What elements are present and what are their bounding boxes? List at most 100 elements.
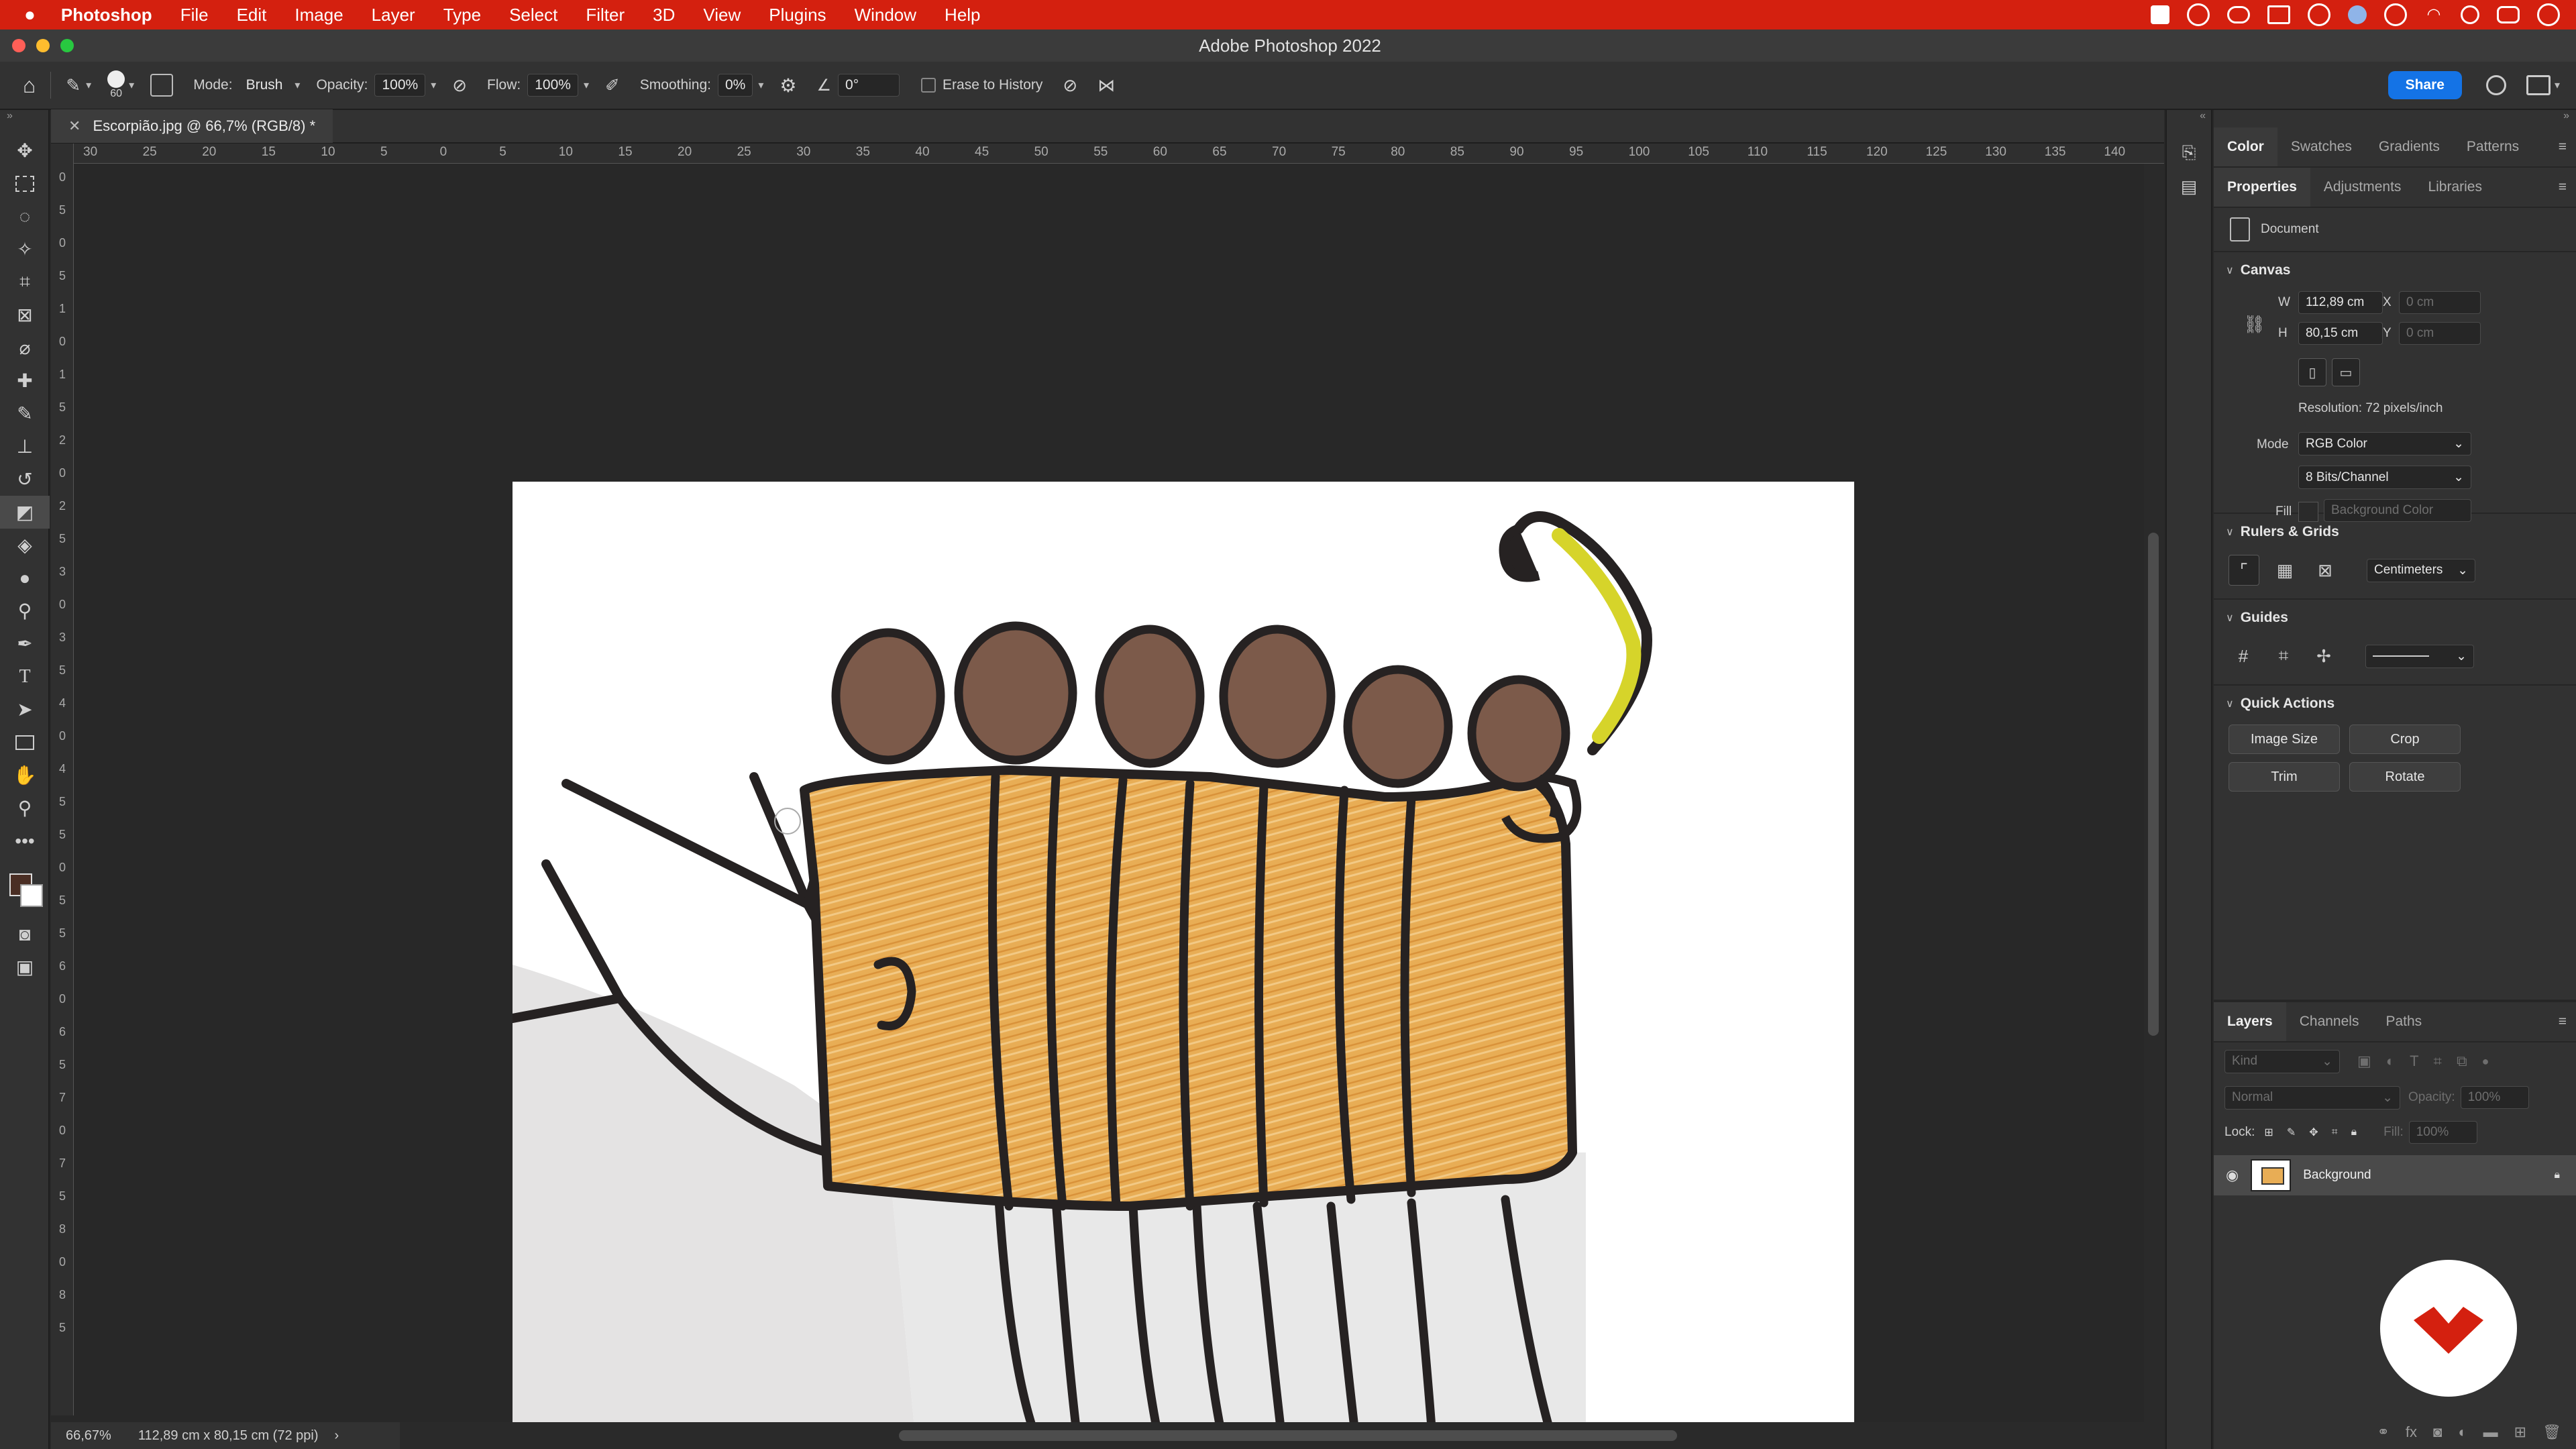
visibility-eye-icon[interactable]: ◉: [2226, 1167, 2239, 1184]
layers-panel-menu-icon[interactable]: ≡: [2559, 1014, 2567, 1030]
brush-tool-icon[interactable]: ✎: [0, 397, 50, 430]
panels-collapse-icon[interactable]: »: [2214, 110, 2576, 127]
zoom-window-button[interactable]: [60, 39, 74, 52]
move-tool-icon[interactable]: ✥: [0, 134, 50, 167]
frame-tool-icon[interactable]: ⊠: [0, 299, 50, 331]
vertical-scrollbar[interactable]: [2144, 164, 2164, 1422]
crop-tool-icon[interactable]: ⌗: [0, 266, 50, 299]
add-guide-icon[interactable]: ⌗: [2269, 641, 2298, 671]
brush-size-picker[interactable]: 60: [107, 70, 125, 100]
angle-field[interactable]: 0°: [838, 74, 900, 97]
bit-depth-select[interactable]: 8 Bits/Channel ⌄: [2298, 466, 2471, 489]
horizontal-scroll-thumb[interactable]: [899, 1430, 1677, 1441]
tab-properties[interactable]: Properties: [2214, 168, 2310, 207]
hand-tool-icon[interactable]: ✋: [0, 759, 50, 792]
clock-icon[interactable]: [2537, 3, 2560, 26]
paint-bucket-tool-icon[interactable]: ◈: [0, 529, 50, 561]
guides-toggle-icon[interactable]: #: [2229, 641, 2258, 671]
comments-panel-icon[interactable]: ▤: [2174, 172, 2204, 201]
creative-cloud-icon[interactable]: [2151, 5, 2169, 24]
vertical-scroll-thumb[interactable]: [2148, 533, 2159, 1036]
pressure-opacity-icon[interactable]: ⊘: [452, 75, 467, 96]
fill-select[interactable]: Background Color: [2324, 499, 2471, 522]
workspace-icon[interactable]: [2526, 75, 2551, 95]
zoom-tool-icon[interactable]: ⚲: [0, 792, 50, 824]
globe-icon[interactable]: [2348, 5, 2367, 24]
new-group-icon[interactable]: ▬: [2483, 1424, 2498, 1441]
blur-tool-icon[interactable]: ●: [0, 561, 50, 594]
smoothing-settings-gear-icon[interactable]: ⚙: [780, 74, 796, 97]
link-layers-icon[interactable]: ⚭: [2377, 1424, 2389, 1441]
tab-color[interactable]: Color: [2214, 127, 2277, 166]
eraser-tool-icon[interactable]: ◩: [0, 496, 50, 529]
path-selection-tool-icon[interactable]: ➤: [0, 693, 50, 726]
clear-guides-icon[interactable]: ✢: [2309, 641, 2339, 671]
filter-smart-object-icon[interactable]: ⧉: [2457, 1053, 2467, 1070]
add-mask-icon[interactable]: ◙: [2433, 1424, 2442, 1441]
brush-settings-icon[interactable]: [150, 74, 174, 97]
tab-layers[interactable]: Layers: [2214, 1002, 2286, 1041]
sync-icon[interactable]: [2187, 3, 2210, 26]
menu-help[interactable]: Help: [945, 5, 980, 25]
apple-icon[interactable]: ●: [24, 4, 36, 25]
history-brush-tool-icon[interactable]: ↺: [0, 463, 50, 496]
location-icon[interactable]: [2308, 3, 2330, 26]
dodge-tool-icon[interactable]: ⚲: [0, 594, 50, 627]
height-field[interactable]: 80,15 cm: [2298, 322, 2383, 345]
image-size-button[interactable]: Image Size: [2229, 724, 2340, 754]
lock-all-icon[interactable]: 🔒︎: [2351, 1126, 2357, 1138]
zoom-level[interactable]: 66,67%: [66, 1428, 111, 1444]
rotate-button[interactable]: Rotate: [2349, 762, 2461, 792]
search-icon[interactable]: [2485, 75, 2506, 95]
history-panel-icon[interactable]: ⎘: [2174, 138, 2204, 168]
document-canvas[interactable]: [513, 482, 1854, 1434]
properties-panel-menu-icon[interactable]: ≡: [2559, 179, 2567, 195]
tab-channels[interactable]: Channels: [2286, 1002, 2373, 1041]
share-button[interactable]: Share: [2387, 71, 2462, 99]
airdrop-icon[interactable]: [2384, 3, 2407, 26]
clone-stamp-tool-icon[interactable]: ⊥: [0, 430, 50, 463]
adjustment-layer-icon[interactable]: ◐: [2458, 1424, 2467, 1441]
airbrush-icon[interactable]: ✐: [605, 75, 620, 96]
toolbar-collapse-icon[interactable]: »: [0, 110, 48, 134]
control-center-icon[interactable]: [2497, 6, 2520, 23]
layer-name[interactable]: Background: [2303, 1168, 2371, 1183]
menu-file[interactable]: File: [180, 5, 209, 25]
layer-opacity-field[interactable]: 100%: [2460, 1086, 2529, 1109]
width-field[interactable]: 112,89 cm: [2298, 291, 2383, 314]
quick-actions-header[interactable]: ∨ Quick Actions: [2214, 686, 2576, 722]
crop-button[interactable]: Crop: [2349, 724, 2461, 754]
home-icon[interactable]: ⌂: [23, 73, 36, 98]
layer-lock-icon[interactable]: 🔒︎: [2554, 1169, 2560, 1181]
menu-image[interactable]: Image: [294, 5, 343, 25]
new-layer-icon[interactable]: ⊞: [2514, 1424, 2526, 1441]
quick-mask-icon[interactable]: ◙: [0, 918, 50, 951]
wifi-icon[interactable]: ◠: [2424, 5, 2443, 24]
tab-libraries[interactable]: Libraries: [2414, 168, 2496, 207]
filter-pixel-icon[interactable]: ▣: [2357, 1053, 2371, 1070]
menu-layer[interactable]: Layer: [372, 5, 415, 25]
color-panel-menu-icon[interactable]: ≡: [2559, 139, 2567, 155]
magic-wand-tool-icon[interactable]: ✧: [0, 233, 50, 266]
tab-paths[interactable]: Paths: [2372, 1002, 2435, 1041]
close-tab-icon[interactable]: ✕: [68, 117, 80, 135]
pressure-size-icon[interactable]: ⊘: [1063, 75, 1077, 96]
mode-select[interactable]: RGB Color ⌄: [2298, 432, 2471, 455]
document-tab[interactable]: ✕ Escorpião.jpg @ 66,7% (RGB/8) *: [51, 109, 333, 143]
filter-toggle-icon[interactable]: ●: [2482, 1055, 2489, 1069]
filter-type-icon[interactable]: T: [2410, 1053, 2418, 1070]
menu-3d[interactable]: 3D: [653, 5, 675, 25]
close-window-button[interactable]: [12, 39, 25, 52]
menu-app[interactable]: Photoshop: [61, 5, 152, 25]
layer-fill-field[interactable]: 100%: [2408, 1121, 2477, 1144]
screen-icon[interactable]: [2267, 5, 2290, 24]
menu-filter[interactable]: Filter: [586, 5, 625, 25]
vertical-ruler[interactable]: 050510152025303540455055606570758085: [51, 144, 74, 1415]
menu-type[interactable]: Type: [443, 5, 481, 25]
lock-transparent-icon[interactable]: ⊞: [2264, 1126, 2273, 1139]
tab-adjustments[interactable]: Adjustments: [2310, 168, 2415, 207]
status-expand-icon[interactable]: ›: [335, 1428, 339, 1444]
rectangle-tool-icon[interactable]: [0, 726, 50, 759]
opacity-field[interactable]: 100%: [374, 74, 426, 97]
symmetry-icon[interactable]: ⋈: [1097, 75, 1115, 96]
